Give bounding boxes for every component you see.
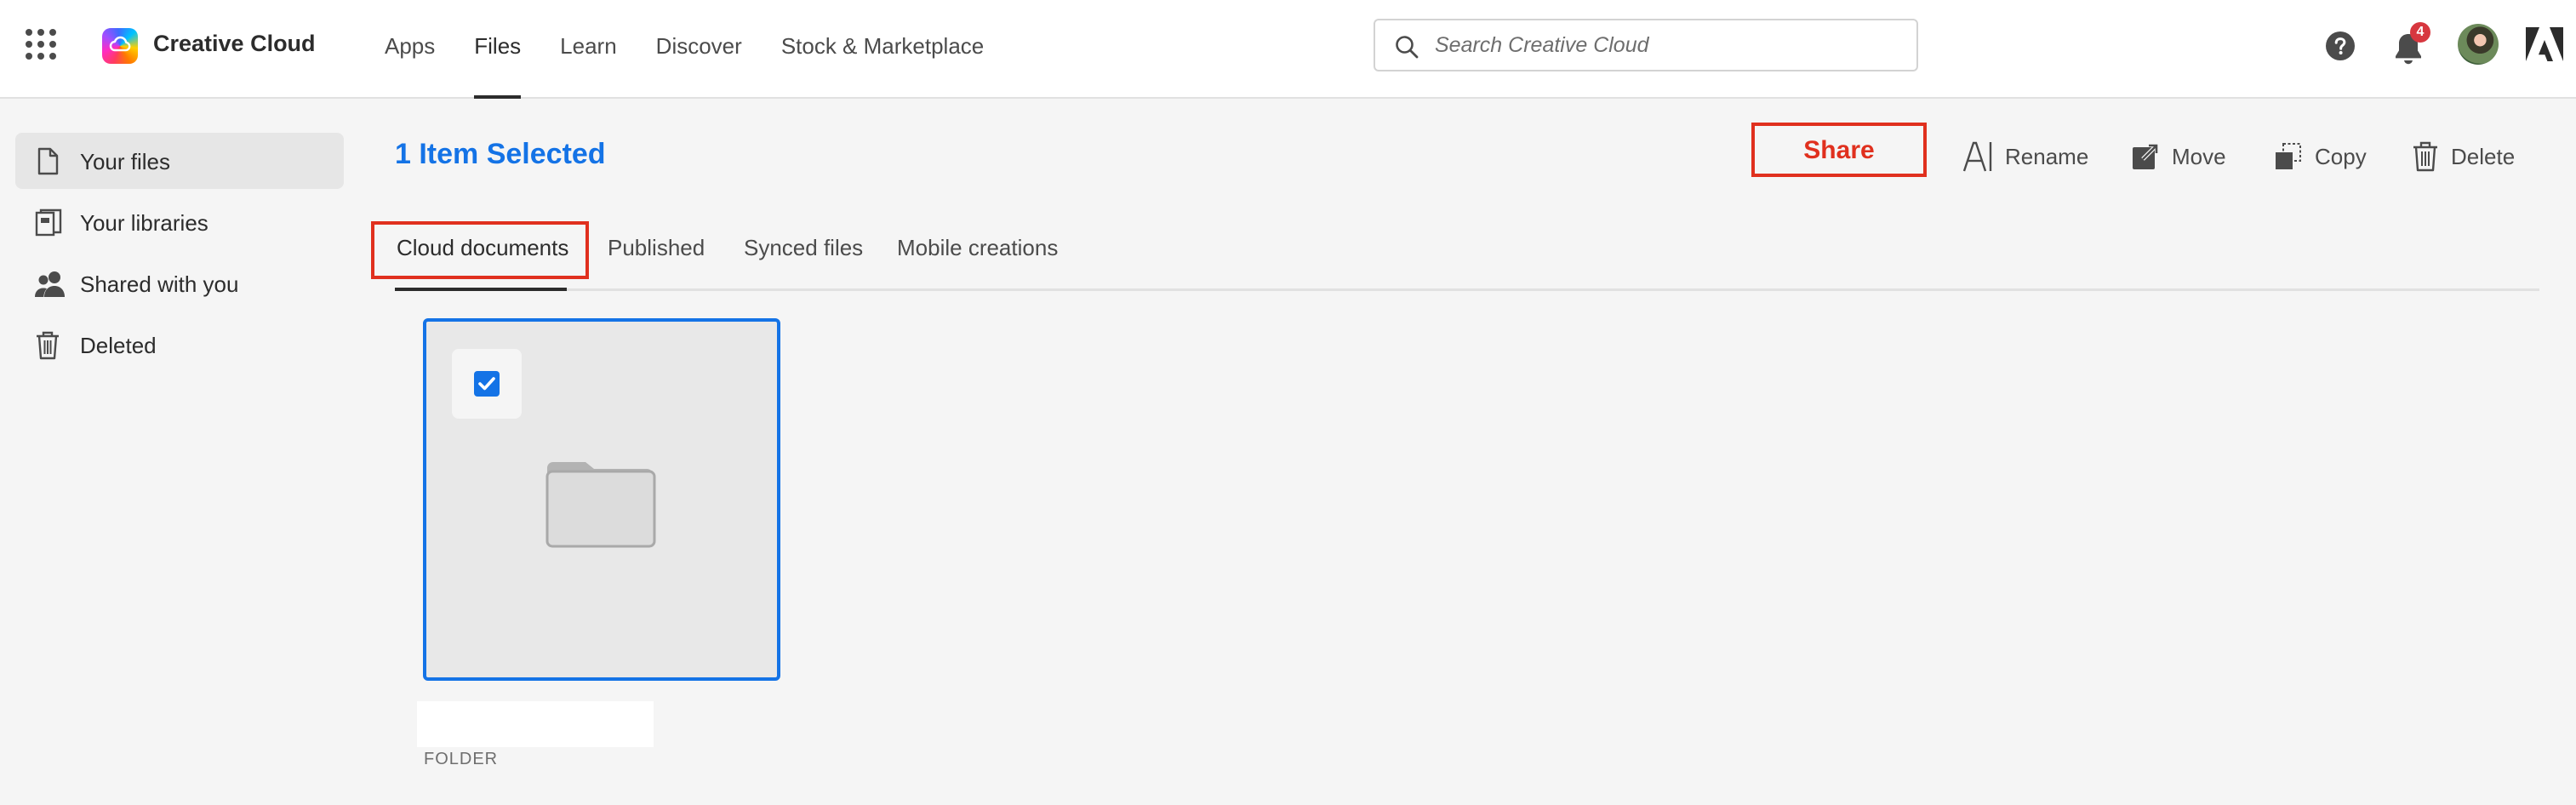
tab-synced-files[interactable]: Synced files — [744, 235, 863, 261]
adobe-logo-icon[interactable] — [2526, 27, 2563, 61]
delete-button[interactable]: Delete — [2412, 138, 2515, 175]
notification-badge: 4 — [2410, 22, 2430, 43]
rename-label: Rename — [2005, 143, 2089, 169]
sidebar-item-deleted[interactable]: Deleted — [15, 317, 344, 373]
help-icon[interactable] — [2325, 31, 2356, 61]
people-icon — [35, 271, 65, 297]
checkmark-icon — [478, 377, 495, 391]
item-type-label: FOLDER — [424, 750, 499, 768]
sidebar-item-your-libraries[interactable]: Your libraries — [15, 194, 344, 250]
libraries-icon — [35, 208, 62, 237]
nav-stock-marketplace[interactable]: Stock & Marketplace — [781, 0, 984, 99]
copy-button[interactable]: Copy — [2274, 138, 2367, 175]
file-icon — [37, 147, 59, 175]
item-name-field[interactable] — [417, 701, 654, 747]
nav-files[interactable]: Files — [474, 0, 521, 99]
nav-discover[interactable]: Discover — [656, 0, 742, 99]
nav-learn[interactable]: Learn — [560, 0, 617, 99]
select-checkbox[interactable] — [474, 371, 500, 397]
search-box — [1374, 19, 1918, 71]
folder-card[interactable] — [423, 318, 780, 681]
top-bar: Creative Cloud Apps Files Learn Discover… — [0, 0, 2576, 99]
move-label: Move — [2172, 143, 2226, 169]
app-switcher-icon[interactable] — [26, 29, 56, 60]
tab-mobile-creations[interactable]: Mobile creations — [897, 235, 1058, 261]
sidebar-item-label: Your libraries — [80, 210, 208, 236]
user-avatar[interactable] — [2458, 24, 2499, 65]
main-nav: Apps Files Learn Discover Stock & Market… — [385, 0, 1023, 99]
brand-name[interactable]: Creative Cloud — [153, 31, 316, 57]
sidebar: Your files Your libraries Shared with yo… — [15, 133, 344, 378]
tab-published[interactable]: Published — [608, 235, 705, 261]
search-input[interactable] — [1433, 20, 1901, 70]
sidebar-item-label: Deleted — [80, 333, 157, 358]
creative-cloud-logo-icon[interactable] — [102, 28, 138, 64]
nav-apps[interactable]: Apps — [385, 0, 435, 99]
sidebar-item-shared-with-you[interactable]: Shared with you — [15, 255, 344, 311]
checkbox-container — [452, 349, 522, 419]
trash-icon — [37, 331, 59, 360]
delete-label: Delete — [2451, 143, 2516, 169]
rename-button[interactable]: Rename — [1962, 138, 2088, 175]
trash-icon — [2413, 141, 2437, 172]
move-button[interactable]: Move — [2131, 138, 2226, 175]
folder-icon — [545, 462, 656, 548]
share-button[interactable]: Share — [1751, 123, 1927, 177]
search-icon — [1396, 36, 1419, 59]
sidebar-item-your-files[interactable]: Your files — [15, 133, 344, 189]
file-tabs: Cloud documents Published Synced files M… — [395, 218, 2539, 291]
selection-title: 1 Item Selected — [395, 138, 606, 170]
active-tab-indicator — [395, 288, 567, 291]
sidebar-item-label: Your files — [80, 149, 170, 174]
copy-icon — [2276, 143, 2301, 169]
sidebar-item-label: Shared with you — [80, 271, 239, 297]
notifications-button[interactable]: 4 — [2391, 22, 2430, 66]
tab-cloud-documents[interactable]: Cloud documents — [397, 235, 568, 261]
move-icon — [2133, 142, 2160, 169]
copy-label: Copy — [2315, 143, 2367, 169]
rename-icon — [1962, 141, 1992, 172]
